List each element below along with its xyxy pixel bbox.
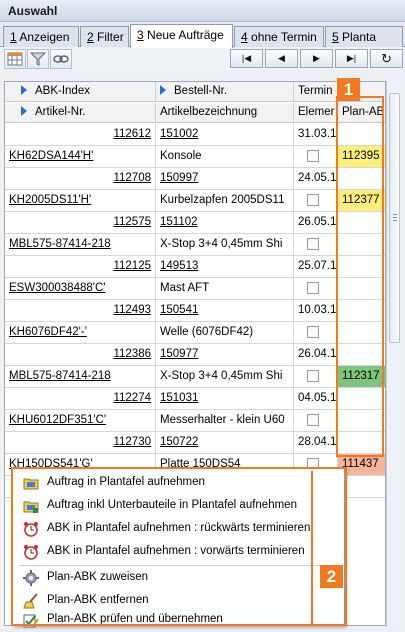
tab-bar: 1 Anzeigen 2 Filter 3 Neue Aufträge 4 oh…: [0, 23, 405, 48]
bestell-nr-cell[interactable]: 151002: [156, 124, 294, 145]
table-row[interactable]: 112575 151102 26.05.1: [5, 212, 385, 234]
artikel-nr-cell[interactable]: MBL575-87414-218: [5, 234, 156, 255]
element-checkbox[interactable]: [307, 238, 319, 250]
artikel-nr-cell[interactable]: KH62DSA144'H': [5, 146, 156, 167]
last-page-button[interactable]: ▶|: [335, 49, 368, 68]
bestell-nr-cell[interactable]: 150722: [156, 432, 294, 453]
element-checkbox-cell[interactable]: [294, 190, 338, 211]
bestell-nr-cell[interactable]: 149513: [156, 256, 294, 277]
tab-plantafel[interactable]: 5 Planta: [325, 26, 403, 47]
element-checkbox[interactable]: [307, 370, 319, 382]
table-row[interactable]: 112708 150997 24.05.1: [5, 168, 385, 190]
element-checkbox[interactable]: [307, 194, 319, 206]
element-checkbox-cell[interactable]: [294, 234, 338, 255]
element-checkbox-cell[interactable]: [294, 410, 338, 431]
artikelbezeichnung-cell: X-Stop 3+4 0,45mm Shi: [156, 234, 294, 255]
element-checkbox[interactable]: [307, 282, 319, 294]
artikelbezeichnung-cell: Konsole: [156, 146, 294, 167]
table-row[interactable]: KH62DSA144'H' Konsole 112395: [5, 146, 385, 168]
scroll-thumb[interactable]: [389, 93, 400, 343]
tab-ohne-termin[interactable]: 4 ohne Termin: [234, 26, 324, 47]
refresh-button[interactable]: ↻: [370, 49, 403, 68]
tab-anzeigen[interactable]: 1 Anzeigen: [3, 26, 79, 47]
abk-index-cell[interactable]: 112493: [5, 300, 156, 321]
table-row[interactable]: MBL575-87414-218 X-Stop 3+4 0,45mm Shi: [5, 234, 385, 256]
element-checkbox[interactable]: [307, 150, 319, 162]
abk-index-cell[interactable]: 112386: [5, 344, 156, 365]
abk-index-cell[interactable]: 112708: [5, 168, 156, 189]
callout-badge-1: 1: [337, 78, 360, 101]
window-title: Auswahl: [8, 4, 58, 18]
table-row[interactable]: MBL575-87414-218 X-Stop 3+4 0,45mm Shi 112…: [5, 366, 385, 388]
termin-cell: 24.05.1: [294, 168, 338, 189]
header-row-2: Artikel-Nr. Artikelbezeichnung Elemer Pl…: [5, 103, 385, 123]
termin-cell: 26.05.1: [294, 212, 338, 233]
bestell-nr-cell[interactable]: 151031: [156, 388, 294, 409]
next-page-button[interactable]: ▶: [300, 49, 333, 68]
tab-filter[interactable]: 2 Filter: [80, 26, 129, 47]
table-row[interactable]: 112274 151031 04.05.1: [5, 388, 385, 410]
table-row[interactable]: ESW300038488'C' Mast AFT: [5, 278, 385, 300]
col-bestell-nr[interactable]: Bestell-Nr.: [156, 82, 294, 102]
col-element[interactable]: Elemer: [294, 103, 338, 123]
termin-cell: 25.07.1: [294, 256, 338, 277]
termin-cell: 26.04.1: [294, 344, 338, 365]
table-row[interactable]: 112386 150977 26.04.1: [5, 344, 385, 366]
abk-index-cell[interactable]: 112730: [5, 432, 156, 453]
element-checkbox-cell[interactable]: [294, 366, 338, 387]
bestell-nr-cell[interactable]: 150997: [156, 168, 294, 189]
termin-cell: 10.03.1: [294, 300, 338, 321]
element-checkbox-cell[interactable]: [294, 278, 338, 299]
artikel-nr-cell[interactable]: KHU6012DF351'C': [5, 410, 156, 431]
vertical-scrollbar[interactable]: [386, 81, 401, 626]
header-row-1: ABK-Index Bestell-Nr. Termin: [5, 82, 385, 102]
artikel-nr-cell[interactable]: KH6076DF42'-': [5, 322, 156, 343]
element-checkbox-cell[interactable]: [294, 322, 338, 343]
termin-cell: 31.03.1: [294, 124, 338, 145]
artikelbezeichnung-cell: X-Stop 3+4 0,45mm Shi: [156, 366, 294, 387]
window-titlebar: Auswahl: [0, 0, 405, 22]
first-page-button[interactable]: |◀: [230, 49, 263, 68]
abk-index-cell[interactable]: 112575: [5, 212, 156, 233]
tab-neue-auftraege[interactable]: 3 Neue Aufträge: [130, 24, 233, 48]
highlight-plan-abk-column: [336, 96, 384, 457]
abk-index-cell[interactable]: 112125: [5, 256, 156, 277]
filter-icon[interactable]: [27, 49, 49, 69]
artikelbezeichnung-cell: Kurbelzapfen 2005DS11: [156, 190, 294, 211]
table-row[interactable]: 112730 150722 28.04.1: [5, 432, 385, 454]
prev-page-button[interactable]: ◀: [265, 49, 298, 68]
artikel-nr-cell[interactable]: MBL575-87414-218: [5, 366, 156, 387]
element-checkbox-cell[interactable]: [294, 146, 338, 167]
abk-index-cell[interactable]: 112274: [5, 388, 156, 409]
link-icon[interactable]: [50, 49, 72, 69]
artikelbezeichnung-cell: Messerhalter - klein U60: [156, 410, 294, 431]
table-row[interactable]: KH6076DF42'-' Welle (6076DF42): [5, 322, 385, 344]
element-checkbox[interactable]: [307, 414, 319, 426]
termin-cell: 04.05.1: [294, 388, 338, 409]
artikelbezeichnung-cell: Welle (6076DF42): [156, 322, 294, 343]
table-row[interactable]: KHU6012DF351'C' Messerhalter - klein U60: [5, 410, 385, 432]
col-artikelbezeichnung[interactable]: Artikelbezeichnung: [156, 103, 294, 123]
termin-cell: 28.04.1: [294, 432, 338, 453]
highlight-context-menu: [11, 467, 347, 626]
callout-badge-2: 2: [320, 565, 343, 588]
bestell-nr-cell[interactable]: 150977: [156, 344, 294, 365]
grip-icon: [393, 214, 397, 215]
artikelbezeichnung-cell: Mast AFT: [156, 278, 294, 299]
artikel-nr-cell[interactable]: ESW300038488'C': [5, 278, 156, 299]
col-artikel-nr[interactable]: Artikel-Nr.: [5, 103, 156, 123]
col-termin[interactable]: Termin: [294, 82, 338, 102]
artikel-nr-cell[interactable]: KH2005DS11'H': [5, 190, 156, 211]
toolbar: |◀ ◀ ▶ ▶| ↻: [0, 48, 405, 70]
col-abk-index[interactable]: ABK-Index: [5, 82, 156, 102]
abk-index-cell[interactable]: 112612: [5, 124, 156, 145]
grid-view-icon[interactable]: [4, 49, 26, 69]
table-row[interactable]: KH2005DS11'H' Kurbelzapfen 2005DS11 112377: [5, 190, 385, 212]
bestell-nr-cell[interactable]: 151102: [156, 212, 294, 233]
table-row[interactable]: 112125 149513 25.07.1: [5, 256, 385, 278]
element-checkbox[interactable]: [307, 326, 319, 338]
bestell-nr-cell[interactable]: 150541: [156, 300, 294, 321]
table-row[interactable]: 112612 151002 31.03.1: [5, 124, 385, 146]
table-row[interactable]: 112493 150541 10.03.1: [5, 300, 385, 322]
